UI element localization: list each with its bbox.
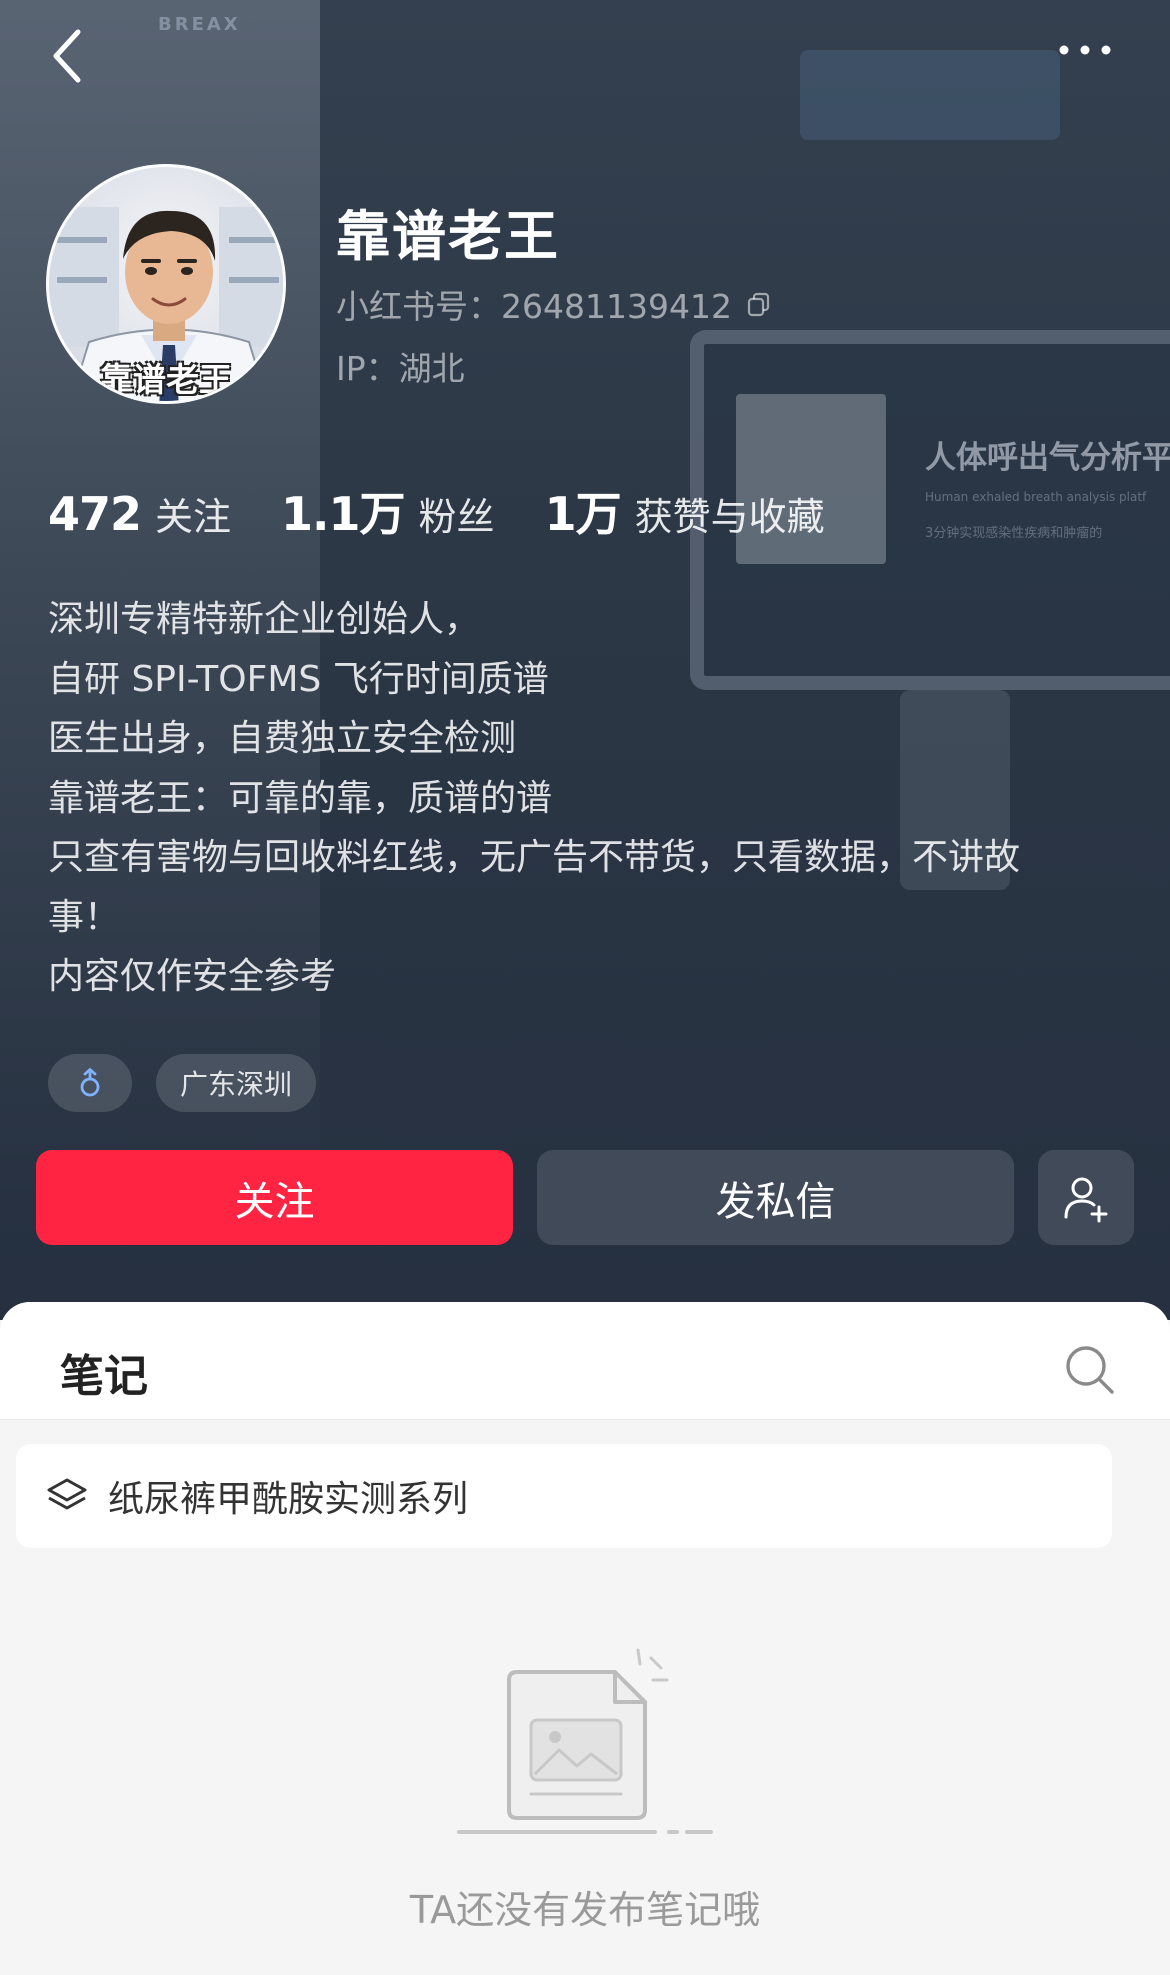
tab-notes[interactable]: 笔记 xyxy=(60,1340,148,1404)
profile-name: 靠谱老王 xyxy=(336,205,560,268)
male-icon xyxy=(80,1068,100,1097)
profile-bio: 深圳专精特新企业创始人， 自研 SPI-TOFMS 飞行时间质谱 医生出身，自费… xyxy=(48,590,1128,1007)
background-screen-title: 人体呼出气分析平 xyxy=(925,440,1170,476)
avatar[interactable]: 靠谱老王 xyxy=(46,164,286,404)
stat-followers-label: 粉丝 xyxy=(418,495,495,539)
more-options-button[interactable] xyxy=(1050,30,1120,70)
gender-tag xyxy=(48,1054,132,1112)
stat-following-count: 472 xyxy=(48,487,142,541)
location-tag: 广东深圳 xyxy=(156,1054,317,1112)
red-id-text: 小红书号：26481139412 xyxy=(336,287,732,326)
avatar-label: 靠谱老王 xyxy=(100,360,232,399)
stat-following[interactable]: 472 关注 xyxy=(48,486,231,541)
bio-line: 靠谱老王：可靠的靠，质谱的谱 xyxy=(48,777,553,819)
bio-line: 内容仅作安全参考 xyxy=(48,956,337,997)
red-id-row: 小红书号：26481139412 xyxy=(336,280,772,328)
ip-location: IP：湖北 xyxy=(336,349,465,388)
more-dots-icon xyxy=(1059,45,1111,55)
background-screen-subtitle-2: 3分钟实现感染性疾病和肿瘤的 xyxy=(925,526,1103,541)
bio-line: 医生出身，自费独立安全检测 xyxy=(48,718,517,759)
stats-row: 472 关注 1.1万 粉丝 1万 获赞与收藏 xyxy=(48,478,875,544)
stat-likes-count: 1万 xyxy=(544,487,622,541)
bio-line: 只查有害物与回收料红线，无广告不带货，只看数据，不讲故 xyxy=(48,837,1021,878)
send-message-button[interactable]: 发私信 xyxy=(537,1150,1014,1245)
copy-icon[interactable] xyxy=(746,291,772,317)
background-brand-text: BREAX xyxy=(158,14,241,35)
background-screen-subtitle: Human exhaled breath analysis platf xyxy=(925,490,1147,504)
chevron-left-icon xyxy=(53,29,81,83)
notes-header: 笔记 xyxy=(0,1302,1170,1420)
follow-button[interactable]: 关注 xyxy=(36,1150,513,1245)
bio-line: 深圳专精特新企业创始人， xyxy=(48,599,481,640)
profile-tags: 广东深圳 xyxy=(48,1054,317,1112)
stat-followers[interactable]: 1.1万 粉丝 xyxy=(281,478,495,544)
bio-line: 事！ xyxy=(48,896,121,938)
collection-item[interactable]: 纸尿裤甲酰胺实测系列 xyxy=(16,1444,1112,1548)
background-device xyxy=(800,50,1060,140)
stat-likes-label: 获赞与收藏 xyxy=(634,495,825,539)
add-friend-button[interactable] xyxy=(1038,1150,1134,1245)
add-user-icon xyxy=(1064,1177,1108,1222)
notes-panel: 笔记 纸尿裤甲酰胺实测系列 TA还没有发布笔记哦 xyxy=(0,1302,1170,1975)
layers-icon xyxy=(47,1478,87,1510)
bio-line: 自研 SPI-TOFMS 飞行时间质谱 xyxy=(48,658,549,700)
stat-likes[interactable]: 1万 获赞与收藏 xyxy=(545,478,825,544)
profile-header: BREAX 人体呼出气分析平 Human exhaled breath anal… xyxy=(0,0,1170,1320)
empty-notes-icon xyxy=(457,1648,713,1834)
stat-followers-count: 1.1万 xyxy=(281,487,405,541)
empty-notes-message: TA还没有发布笔记哦 xyxy=(409,1888,761,1932)
search-icon xyxy=(1066,1346,1114,1394)
stat-following-label: 关注 xyxy=(155,495,232,539)
back-button[interactable] xyxy=(44,24,92,88)
search-button[interactable] xyxy=(1064,1344,1116,1396)
collection-label: 纸尿裤甲酰胺实测系列 xyxy=(108,1479,469,1520)
